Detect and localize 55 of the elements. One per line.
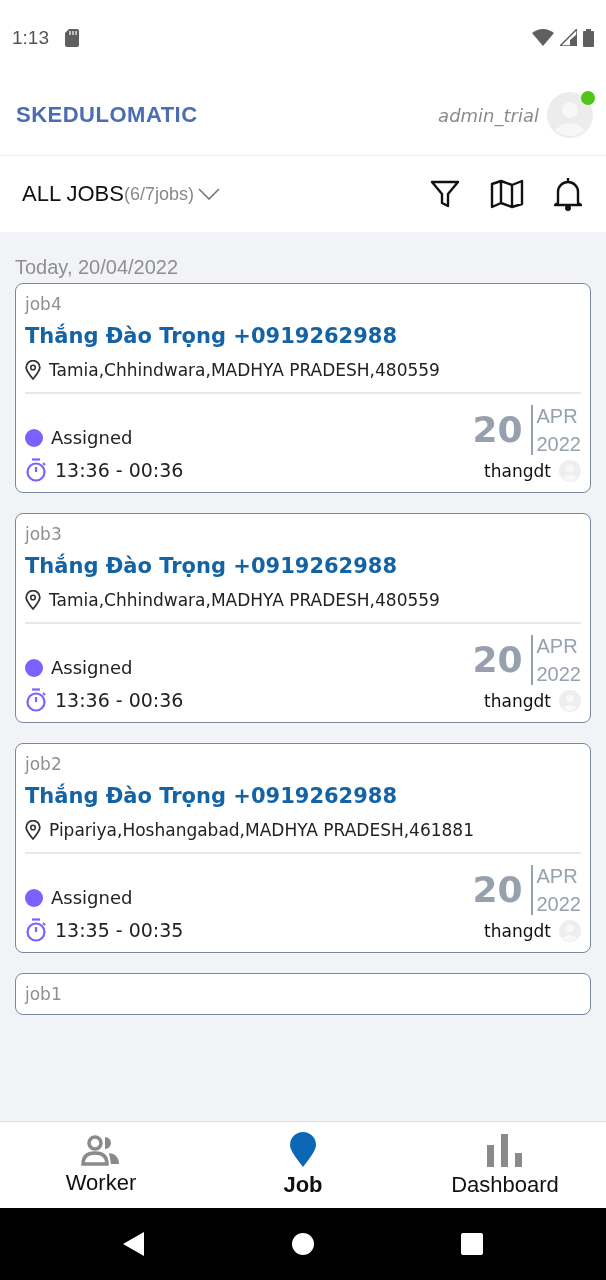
job-status: Assigned: [51, 657, 133, 678]
stopwatch-icon: [25, 458, 47, 482]
date-year: 2022: [536, 662, 581, 687]
assignee-name: thangdt: [484, 691, 551, 711]
customer-name-phone: Thắng Đào Trọng +0919262988: [25, 324, 399, 348]
nav-tab[interactable]: Worker: [0, 1122, 202, 1208]
time-range: 13:36 - 00:36: [55, 689, 184, 711]
job-id: job1: [25, 984, 63, 1004]
sd-card-icon: [65, 28, 79, 47]
assignee-name: thangdt: [484, 921, 551, 941]
people-icon: [81, 1134, 121, 1166]
time-range: 13:36 - 00:36: [55, 459, 184, 481]
job-status: Assigned: [51, 427, 133, 448]
bar-chart-icon: [485, 1132, 525, 1168]
signal-icon: [560, 29, 577, 46]
stopwatch-icon: [25, 918, 47, 942]
nav-tab[interactable]: Job: [202, 1122, 404, 1208]
address: Tamia,Chhindwara,MADHYA PRADESH,480559: [49, 590, 440, 610]
location-pin-icon: [25, 590, 41, 610]
chevron-down-icon: [197, 188, 220, 200]
status-time: 1:13: [12, 26, 49, 49]
job-id: job3: [25, 524, 63, 544]
address: Pipariya,Hoshangabad,MADHYA PRADESH,461881: [49, 820, 474, 840]
date-month: APR: [536, 404, 579, 429]
customer-name-phone: Thắng Đào Trọng +0919262988: [25, 784, 399, 808]
date-day: 20: [472, 405, 533, 455]
job-status: Assigned: [51, 887, 133, 908]
date-month: APR: [536, 864, 579, 889]
battery-icon: [583, 28, 594, 47]
date-month: APR: [536, 634, 579, 659]
wifi-icon: [532, 29, 554, 46]
filter-icon[interactable]: [430, 179, 460, 209]
job-filter-dropdown[interactable]: ALL JOBS(6/7jobs): [22, 181, 220, 207]
date-day: 20: [472, 635, 533, 685]
home-icon[interactable]: [291, 1232, 315, 1256]
date-day: 20: [472, 865, 533, 915]
date-year: 2022: [536, 892, 581, 917]
location-pin-icon: [289, 1132, 317, 1168]
map-icon[interactable]: [490, 179, 524, 209]
username: admin_trial: [438, 104, 539, 126]
address: Tamia,Chhindwara,MADHYA PRADESH,480559: [49, 360, 440, 380]
date-heading: Today, 20/04/2022: [15, 256, 180, 279]
assignee-name: thangdt: [484, 461, 551, 481]
nav-tab[interactable]: Dashboard: [404, 1122, 606, 1208]
location-pin-icon: [25, 820, 41, 840]
job-id: job2: [25, 754, 63, 774]
bell-icon[interactable]: [554, 177, 582, 211]
customer-name-phone: Thắng Đào Trọng +0919262988: [25, 554, 399, 578]
back-icon[interactable]: [123, 1232, 145, 1256]
date-year: 2022: [536, 432, 581, 457]
job-id: job4: [25, 294, 63, 314]
time-range: 13:35 - 00:35: [55, 919, 184, 941]
location-pin-icon: [25, 360, 41, 380]
stopwatch-icon: [25, 688, 47, 712]
app-logo-text: SKEDULOMATIC: [16, 102, 198, 128]
